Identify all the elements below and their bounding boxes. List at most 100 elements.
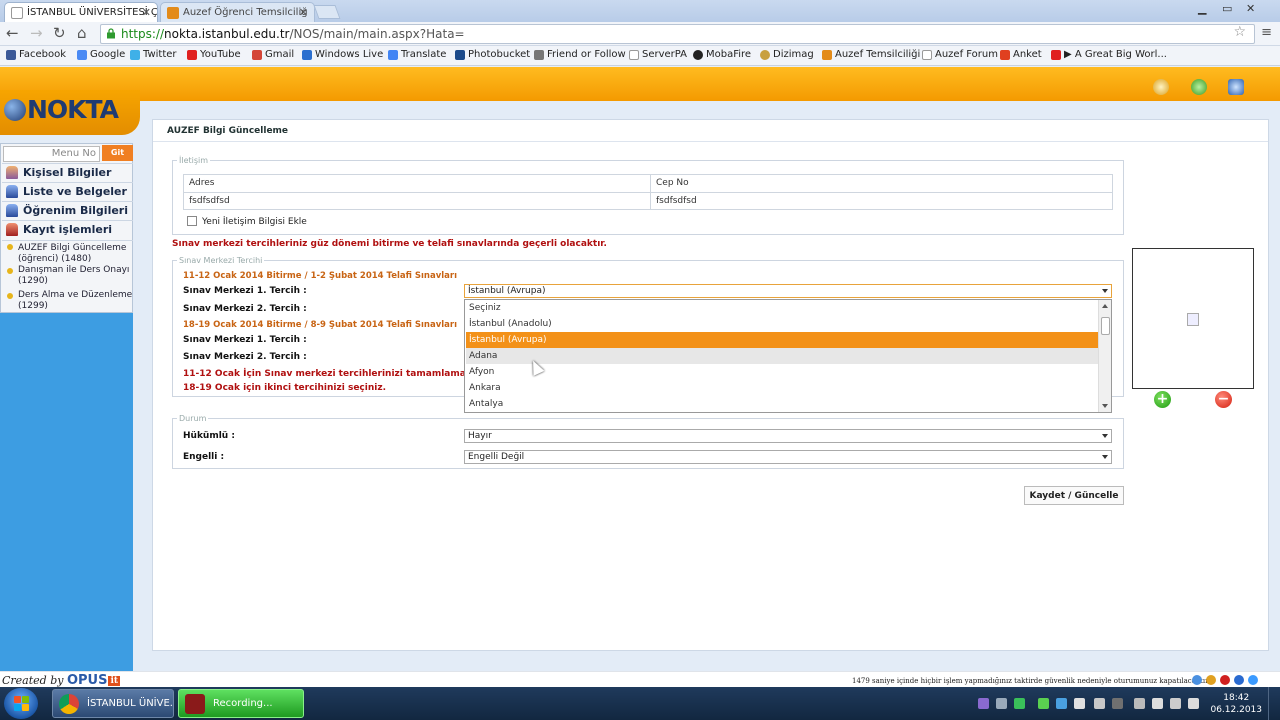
scroll-down-icon[interactable] [1102,404,1108,408]
save-button[interactable]: Kaydet / Güncelle [1024,486,1124,505]
scroll-thumb[interactable] [1101,317,1110,335]
add-photo-button[interactable]: + [1154,391,1171,408]
show-hidden-icons-icon[interactable] [1134,698,1145,709]
option-afyon[interactable]: Afyon [466,364,1098,380]
start-button[interactable] [4,688,38,719]
bullet-icon [7,293,13,299]
bookmark-dizimag[interactable]: Dizimag [760,49,814,60]
bookmark-anket[interactable]: Anket [1000,49,1042,60]
browser-tab-inactive[interactable]: Auzef Öğrenci Temsilciliğ ✕ [160,2,315,22]
logout-icon[interactable] [1228,79,1244,95]
sidebar-item-liste-ve-belgeler[interactable]: Liste ve Belgeler [2,182,133,200]
menu-no-input[interactable]: Menu No [3,146,100,162]
option-antalya[interactable]: Antalya [466,396,1098,412]
person-icon [6,204,18,217]
broken-image-icon [1187,313,1199,326]
option-istanbul-avrupa[interactable]: İstanbul (Avrupa) [466,332,1098,348]
option-istanbul-anadolu[interactable]: İstanbul (Anadolu) [466,316,1098,332]
yeni-iletisim-checkbox[interactable] [187,216,197,226]
close-window-icon[interactable]: ✕ [1246,2,1255,15]
dropdown-scrollbar[interactable] [1098,300,1111,412]
tray-icon[interactable] [1014,698,1025,709]
firefox-icon [1206,675,1216,685]
remove-photo-button[interactable]: − [1215,391,1232,408]
sidebar-subitem-ders-alma[interactable]: Ders Alma ve Düzenleme (1299) [2,290,133,312]
engelli-select[interactable]: Engelli Değil [464,450,1112,464]
header-adres: Adres [184,175,651,192]
bookmark-mobafire[interactable]: MobaFire [693,49,751,60]
bookmark-friend-or-follow[interactable]: Friend or Follow [534,49,626,60]
option-ankara[interactable]: Ankara [466,380,1098,396]
bookmark-serverpa[interactable]: ServerPA [629,49,687,60]
gmail-icon [252,50,262,60]
bookmark-windows-live[interactable]: Windows Live [302,49,383,60]
address-bar[interactable]: https://nokta.istanbul.edu.tr/NOS/main/m… [100,24,1255,44]
page-favicon-icon [167,7,179,19]
taskbar-clock[interactable]: 18:42 06.12.2013 [1210,692,1262,716]
bookmark-twitter[interactable]: Twitter [130,49,177,60]
sidebar-item-kisisel-bilgiler[interactable]: Kişisel Bilgiler [2,163,133,181]
hukumlu-select[interactable]: Hayır [464,429,1112,443]
friend-or-follow-icon [534,50,544,60]
menu-icon[interactable]: ≡ [1261,25,1272,40]
tray-icon[interactable] [1094,698,1105,709]
sidebar-item-ogrenim-bilgileri[interactable]: Öğrenim Bilgileri [2,201,133,219]
minimize-icon[interactable]: ▁ [1198,2,1206,15]
tray-icon[interactable] [1038,698,1049,709]
reload-icon[interactable]: ↻ [53,25,66,41]
taskbar-item-recording[interactable]: Recording... [178,689,304,718]
table-row: fsdfsdfsd fsdfsdfsd [184,192,1112,210]
safari-icon [1248,675,1258,685]
bookmark-facebook[interactable]: Facebook [6,49,66,60]
dizimag-icon [760,50,770,60]
bookmark-a-great-big-world[interactable]: ▶ A Great Big Worl... [1051,49,1167,60]
bullet-icon [7,268,13,274]
volume-icon[interactable] [1188,698,1199,709]
home-icon[interactable] [1153,79,1169,95]
option-seciniz[interactable]: Seçiniz [466,300,1098,316]
sidebar-item-kayit-islemleri[interactable]: Kayıt işlemleri [2,220,133,238]
bookmark-youtube[interactable]: YouTube [187,49,241,60]
sidebar-subitem-danisman-ders-onayi[interactable]: Danışman ile Ders Onayı (1290) [2,265,133,287]
bookmark-google[interactable]: Google [77,49,125,60]
tray-icon[interactable] [1112,698,1123,709]
bookmark-auzef-forum[interactable]: Auzef Forum [922,49,998,60]
show-desktop-button[interactable] [1268,687,1280,720]
nokta-logo[interactable]: NOKTA [4,95,119,124]
sidebar-subitem-bilgi-guncelleme[interactable]: AUZEF Bilgi Güncelleme (öğrenci) (1480) [2,240,133,265]
bookmark-gmail[interactable]: Gmail [252,49,294,60]
bookmark-star-icon[interactable]: ☆ [1233,24,1246,40]
maximize-icon[interactable]: ▭ [1222,2,1232,15]
facebook-icon [6,50,16,60]
new-tab-button[interactable] [313,5,341,19]
close-tab-icon[interactable]: ✕ [299,6,308,19]
sinav-merkezi-dropdown[interactable]: Seçiniz İstanbul (Anadolu) İstanbul (Avr… [464,299,1112,413]
tray-icon[interactable] [1056,698,1067,709]
option-adana[interactable]: Adana [466,348,1098,364]
home-icon[interactable]: ⌂ [77,25,87,41]
browser-tab-active[interactable]: İSTANBUL ÜNİVERSİTESİ Ç ✕ [4,2,158,22]
tray-icon[interactable] [996,698,1007,709]
mobafire-icon [693,50,703,60]
logo-globe-icon [4,99,26,121]
page-icon [629,50,639,60]
close-tab-icon[interactable]: ✕ [142,6,151,19]
lock-icon [107,28,115,39]
tray-icon[interactable] [1074,698,1085,709]
person-icon [6,166,18,179]
chevron-down-icon [1102,455,1108,459]
git-button[interactable]: Git [102,145,133,161]
bookmark-translate[interactable]: Translate [388,49,446,60]
period2-pref1-label: Sınav Merkezi 1. Tercih : [183,335,307,345]
period1-pref1-select[interactable]: İstanbul (Avrupa) [464,284,1112,298]
taskbar-item-chrome[interactable]: İSTANBUL ÜNİVE... [52,689,174,718]
bookmark-photobucket[interactable]: Photobucket [455,49,530,60]
help-icon[interactable] [1191,79,1207,95]
scroll-up-icon[interactable] [1102,304,1108,308]
bookmark-auzef-temsilcilik[interactable]: Auzef Temsilciliği [822,49,920,60]
forward-icon[interactable]: → [30,25,43,41]
viber-icon[interactable] [978,698,989,709]
back-icon[interactable]: ← [6,25,19,41]
battery-icon[interactable] [1152,698,1163,709]
network-icon[interactable] [1170,698,1181,709]
